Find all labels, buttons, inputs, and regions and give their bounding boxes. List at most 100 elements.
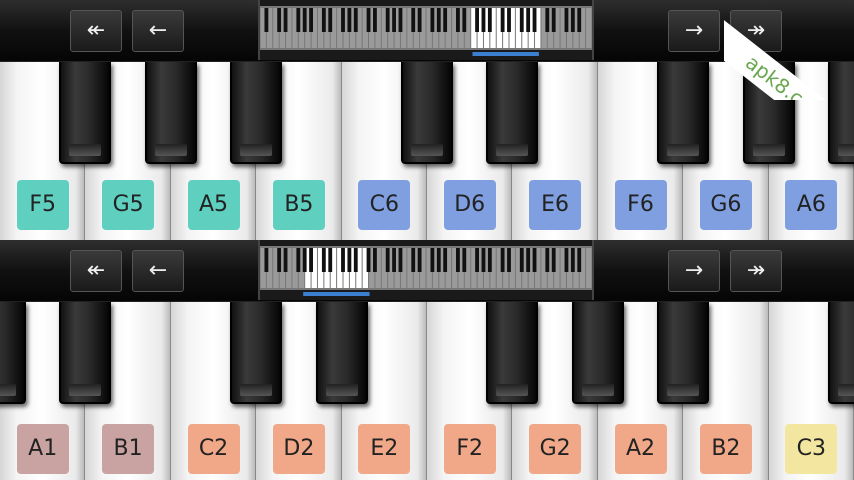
top-black-key-a5-sharp[interactable] [230, 62, 283, 164]
top-black-key-c6-sharp[interactable] [401, 62, 453, 164]
top-overview-black-key [551, 8, 556, 32]
bottom-keyboard-overview[interactable] [258, 240, 594, 300]
top-black-key-g5-sharp[interactable] [144, 62, 197, 164]
bottom-note-label-a1: A1 [16, 424, 69, 474]
bottom-overview-black-key [321, 248, 326, 272]
top-overview-black-key [373, 8, 377, 32]
top-overview-black-key [296, 8, 301, 32]
bottom-overview-black-key [577, 248, 582, 272]
top-overview-black-key [519, 8, 524, 32]
bottom-overview-black-key [373, 248, 377, 272]
top-overview-black-key [353, 8, 358, 32]
bottom-overview-black-key [519, 248, 524, 272]
top-note-label-b5: B5 [272, 180, 325, 230]
bottom-overview-black-key [417, 248, 422, 272]
top-black-key-f6-sharp[interactable] [657, 62, 710, 164]
bottom-overview-black-key [296, 248, 301, 272]
top-overview-black-key [264, 8, 269, 32]
bottom-overview-black-key [526, 248, 531, 272]
bottom-overview-black-key [462, 248, 467, 272]
top-fast-back-button[interactable]: ↞ [70, 10, 122, 52]
bottom-overview-black-key [507, 248, 511, 272]
bottom-back-button[interactable]: ← [132, 250, 184, 292]
bottom-overview-black-key [430, 248, 435, 272]
bottom-note-label-b2: B2 [699, 424, 752, 474]
bottom-note-label-e2: E2 [358, 424, 411, 474]
bottom-overview-black-key [475, 248, 479, 272]
bottom-fast-forward-button[interactable]: ↠ [730, 250, 782, 292]
top-note-label-e6: E6 [529, 180, 582, 230]
bottom-overview-black-key [392, 248, 396, 272]
bottom-toolbar: ↞ ← → ↠ [0, 240, 854, 302]
bottom-overview-black-key [551, 248, 556, 272]
bottom-black-key-d2-sharp[interactable] [315, 302, 368, 404]
bottom-black-key-leading[interactable] [0, 302, 26, 404]
top-forward-button[interactable]: → [668, 10, 720, 52]
top-overview-black-key [430, 8, 435, 32]
top-overview-black-key [462, 8, 467, 32]
top-overview-black-key [526, 8, 531, 32]
bottom-overview-black-key [366, 248, 371, 272]
top-note-label-a5: A5 [187, 180, 240, 230]
bottom-black-key-f2-sharp[interactable] [486, 302, 539, 404]
bottom-overview-black-key [385, 248, 390, 272]
top-keyboard-overview[interactable] [258, 0, 594, 60]
top-black-key-f5-sharp[interactable] [59, 62, 112, 164]
top-overview-minimap[interactable] [260, 0, 592, 60]
top-overview-black-key [283, 8, 288, 32]
top-overview-black-key [487, 8, 492, 32]
top-note-label-a6: A6 [785, 180, 838, 230]
top-overview-black-key [347, 8, 352, 32]
watermark-text: apk8.com [724, 15, 854, 100]
bottom-note-label-c3: C3 [785, 424, 838, 474]
top-overview-black-key [411, 8, 416, 32]
bottom-overview-black-key [481, 248, 486, 272]
top-overview-black-key [507, 8, 511, 32]
bottom-overview-black-key [532, 248, 537, 272]
bottom-note-label-b1: B1 [102, 424, 155, 474]
top-note-label-f6: F6 [614, 180, 667, 230]
bottom-black-key-g2-sharp[interactable] [571, 302, 624, 404]
top-overview-black-key [564, 8, 569, 32]
top-note-label-c6: C6 [358, 180, 411, 230]
top-overview-black-key [398, 8, 403, 32]
top-overview-black-key [436, 8, 441, 32]
bottom-black-key-c3-sharp[interactable] [828, 302, 854, 404]
top-overview-black-key [366, 8, 371, 32]
bottom-forward-button[interactable]: → [668, 250, 720, 292]
bottom-note-label-g2: G2 [529, 424, 582, 474]
bottom-overview-black-key [570, 248, 575, 272]
top-overview-black-key [577, 8, 582, 32]
top-overview-black-key [532, 8, 537, 32]
top-overview-white-key [586, 8, 592, 48]
bottom-overview-black-key [347, 248, 352, 272]
bottom-overview-black-key [564, 248, 569, 272]
bottom-overview-minimap[interactable] [260, 240, 592, 300]
bottom-overview-black-key [353, 248, 358, 272]
top-overview-black-key [475, 8, 479, 32]
bottom-overview-black-key [341, 248, 345, 272]
bottom-overview-black-key [264, 248, 269, 272]
bottom-overview-black-key [309, 248, 313, 272]
bottom-fast-back-button[interactable]: ↞ [70, 250, 122, 292]
top-overview-black-key [321, 8, 326, 32]
bottom-piano-keyboard: A1 B1 C2 D2 E2 F2 G2 A2 B2 C3 [0, 302, 854, 480]
top-overview-black-key [500, 8, 505, 32]
bottom-overview-black-key [411, 248, 416, 272]
top-overview-black-key [481, 8, 486, 32]
bottom-black-key-a1-sharp[interactable] [59, 302, 112, 404]
bottom-black-key-c2-sharp[interactable] [230, 302, 283, 404]
bottom-overview-black-key [328, 248, 333, 272]
top-back-button[interactable]: ← [132, 10, 184, 52]
top-overview-black-key [392, 8, 396, 32]
top-overview-black-key [456, 8, 460, 32]
top-black-key-d6-sharp[interactable] [486, 62, 539, 164]
bottom-overview-black-key [277, 248, 282, 272]
bottom-note-label-a2: A2 [614, 424, 667, 474]
bottom-overview-black-key [487, 248, 492, 272]
top-overview-black-key [545, 8, 550, 32]
bottom-black-key-a2-sharp[interactable] [657, 302, 710, 404]
top-overview-selection-bar [472, 52, 539, 56]
top-overview-black-key [570, 8, 575, 32]
top-note-label-g5: G5 [102, 180, 155, 230]
